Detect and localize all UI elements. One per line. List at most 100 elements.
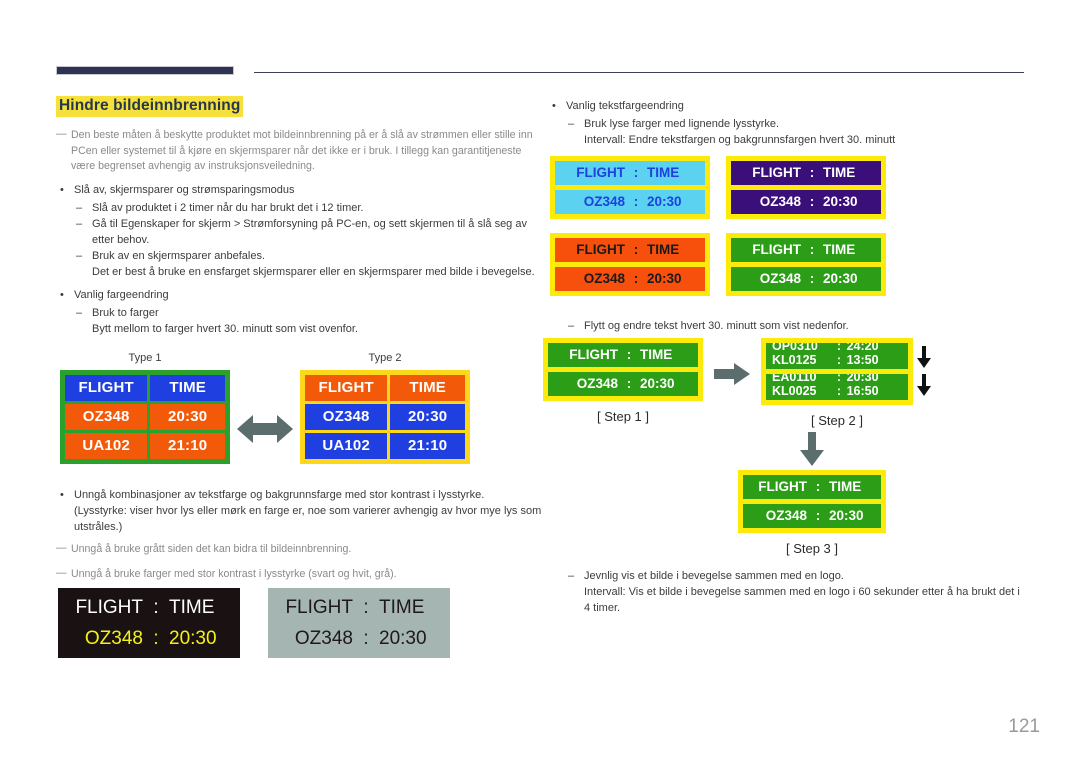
board-header-cell: FLIGHT (305, 375, 388, 401)
sub-item-continuation: Det er best å bruke en ensfarget skjerms… (92, 265, 535, 278)
move-note-wrap: – Flytt og endre tekst hvert 30. minutt … (566, 316, 1026, 334)
left-bullet-list: • Slå av, skjermsparer og strømsparingsm… (56, 182, 536, 337)
contrast-bullet-list: • Unngå kombinasjoner av tekstfarge og b… (56, 487, 546, 535)
bullet-avoid-contrast-label: Unngå kombinasjoner av tekstfarge og bak… (74, 489, 485, 501)
board-panel-row: OZ348:20:30 (743, 504, 881, 528)
step3-label: [ Step 3 ] (785, 541, 839, 556)
board-cell-right: TIME (647, 165, 680, 180)
board-header-cell: FLIGHT (65, 375, 148, 401)
bullet-color-change: • Vanlig fargeendring – Bruk to farger B… (56, 287, 536, 337)
board-panel-row: FLIGHT: TIME (731, 238, 881, 262)
board-cell-left: OZ348 (84, 627, 143, 649)
type-boards-figure: Type 1 FLIGHT TIME OZ348 20:30 UA102 21:10 Ty… (60, 352, 530, 484)
board-cell-right: 20:30 (823, 194, 858, 209)
note-avoid-gray: ― Unngå å bruke grått siden det kan bidr… (56, 542, 546, 558)
type2-board: FLIGHT TIME OZ348 20:30 UA102 21:10 (300, 370, 470, 464)
sub-dash-icon: – (568, 118, 575, 130)
step1-group: FLIGHT: TIME OZ348:20:30 [ Step 1 ] (543, 338, 703, 424)
board-scroll-line: EA0110:20:30 (772, 374, 902, 384)
gray-board: FLIGHT: TIME OZ348:20:30 (268, 588, 450, 658)
board-row-row: OZ348:20:30 (68, 628, 230, 650)
board-scroll-panel: EA0110:20:30 KL0025:16:50 (766, 374, 908, 400)
arrow-right-icon (714, 363, 750, 385)
arrow-down-icon (917, 373, 931, 396)
bullet-dot-icon: • (552, 100, 556, 112)
board-data-row: OZ348 20:30 (65, 404, 225, 430)
board-cell-right: TIME (823, 242, 856, 257)
type2-label: Type 2 (368, 352, 402, 364)
type1-group: Type 1 FLIGHT TIME OZ348 20:30 UA102 21:10 (60, 352, 230, 464)
board-data-cell: 21:10 (390, 433, 465, 459)
board-cell-left: KL0025 (772, 384, 817, 398)
board-colon: : (815, 479, 821, 494)
board-cell-left: FLIGHT (752, 165, 801, 180)
board-colon: : (633, 242, 639, 257)
bullet-color-change-label: Vanlig fargeendring (74, 288, 169, 301)
board-panel-row: OZ348:20:30 (731, 267, 881, 291)
board-cell-right: 16:50 (846, 384, 879, 398)
board-colon: : (836, 374, 841, 384)
board-colon: : (363, 627, 369, 649)
steps-row: FLIGHT: TIME OZ348:20:30 [ Step 1 ] OP0310… (543, 338, 946, 428)
board-header-row: FLIGHT TIME (305, 375, 465, 401)
sub-item-text: Bruk av en skjermsparer anbefales. (92, 249, 266, 262)
board-scroll-line: OP0310:24:20 (772, 343, 902, 353)
board-panel-row: FLIGHT: TIME (548, 343, 698, 367)
board-cell-left: FLIGHT (75, 596, 143, 618)
sub-dash-icon: – (568, 570, 575, 582)
type1-board: FLIGHT TIME OZ348 20:30 UA102 21:10 (60, 370, 230, 464)
board-cell-right: 20:30 (379, 627, 427, 649)
note-dash-icon: ― (56, 542, 67, 554)
board-cell-right: 20:30 (169, 627, 217, 649)
board-cell-left: FLIGHT (285, 596, 353, 618)
board-panel-row: FLIGHT: TIME (731, 161, 881, 185)
left-lower-text: • Unngå kombinasjoner av tekstfarge og b… (56, 487, 546, 582)
board-panel-row: OZ348:20:30 (555, 267, 705, 291)
board-colon: : (836, 353, 841, 367)
type1-label: Type 1 (128, 352, 162, 364)
orange-board: FLIGHT: TIME OZ348:20:30 (550, 233, 710, 296)
board-cell-left: FLIGHT (752, 242, 801, 257)
page-title: Hindre bildeinnbrenning (56, 96, 244, 117)
board-data-row: UA102 21:10 (65, 433, 225, 459)
board-cell-left: OZ348 (294, 627, 353, 649)
sub-item: – Gå til Egenskaper for skjerm > Strømfo… (74, 216, 536, 248)
move-note-list: – Flytt og endre tekst hvert 30. minutt … (566, 318, 1026, 334)
bullet-text-color-change: • Vanlig tekstfargeendring – Bruk lyse f… (548, 98, 1028, 148)
sub-item-continuation: Bytt mellom to farger hvert 30. minutt s… (92, 322, 358, 335)
board-colon: : (815, 508, 821, 523)
board-data-cell: 20:30 (390, 404, 465, 430)
bottom-note-text: Jevnlig vis et bilde i bevegelse sammen … (584, 570, 844, 582)
sub-item-text: Bruk to farger (92, 306, 159, 319)
step1-label: [ Step 1 ] (596, 409, 650, 424)
sub-item: – Bruk av en skjermsparer anbefales. Det… (74, 248, 536, 280)
bottom-note-continuation: Intervall: Vis et bilde i bevegelse samm… (584, 586, 1020, 614)
bullet-dot-icon: • (60, 489, 64, 501)
cyan-board: FLIGHT: TIME OZ348:20:30 (550, 156, 710, 219)
sub-dash-icon: – (568, 320, 575, 332)
page-number: 121 (1008, 716, 1040, 737)
board-data-cell: 21:10 (150, 433, 225, 459)
board-data-row: OZ348 20:30 (305, 404, 465, 430)
note-dash-icon: ― (56, 128, 67, 140)
board-cell-right: TIME (647, 242, 680, 257)
sub-item: – Bruk lyse farger med lignende lysstyrk… (566, 116, 1028, 148)
note-avoid-high-contrast-text: Unngå å bruke farger med stor kontrast i… (71, 567, 397, 580)
document-page: Hindre bildeinnbrenning ― Den beste måte… (0, 0, 1080, 763)
board-colon: : (153, 627, 159, 649)
bullet-avoid-contrast-cont: (Lysstyrke: viser hvor lys eller mørk en… (74, 505, 542, 533)
bullet-power-off-label: Slå av, skjermsparer og strømsparingsmod… (74, 183, 295, 196)
board-cell-right: TIME (823, 165, 856, 180)
purple-board: FLIGHT: TIME OZ348:20:30 (726, 156, 886, 219)
board-scroll-line: KL0125:13:50 (772, 353, 902, 367)
board-data-cell: OZ348 (65, 404, 148, 430)
board-row-row: OZ348:20:30 (278, 628, 440, 650)
bottom-note-list: – Jevnlig vis et bilde i bevegelse samme… (566, 568, 1028, 616)
bullet-text-color-sublist: – Bruk lyse farger med lignende lysstyrk… (566, 116, 1028, 148)
arrow-down-icon (917, 345, 931, 368)
board-cell-right: 20:30 (823, 271, 858, 286)
board-cell-left: OZ348 (576, 376, 618, 391)
sub-item: – Bruk to farger Bytt mellom to farger h… (74, 305, 536, 337)
board-header-cell: TIME (390, 375, 465, 401)
step2-group: OP0310:24:20 KL0125:13:50 EA0110:20:30 KL00… (761, 338, 946, 428)
